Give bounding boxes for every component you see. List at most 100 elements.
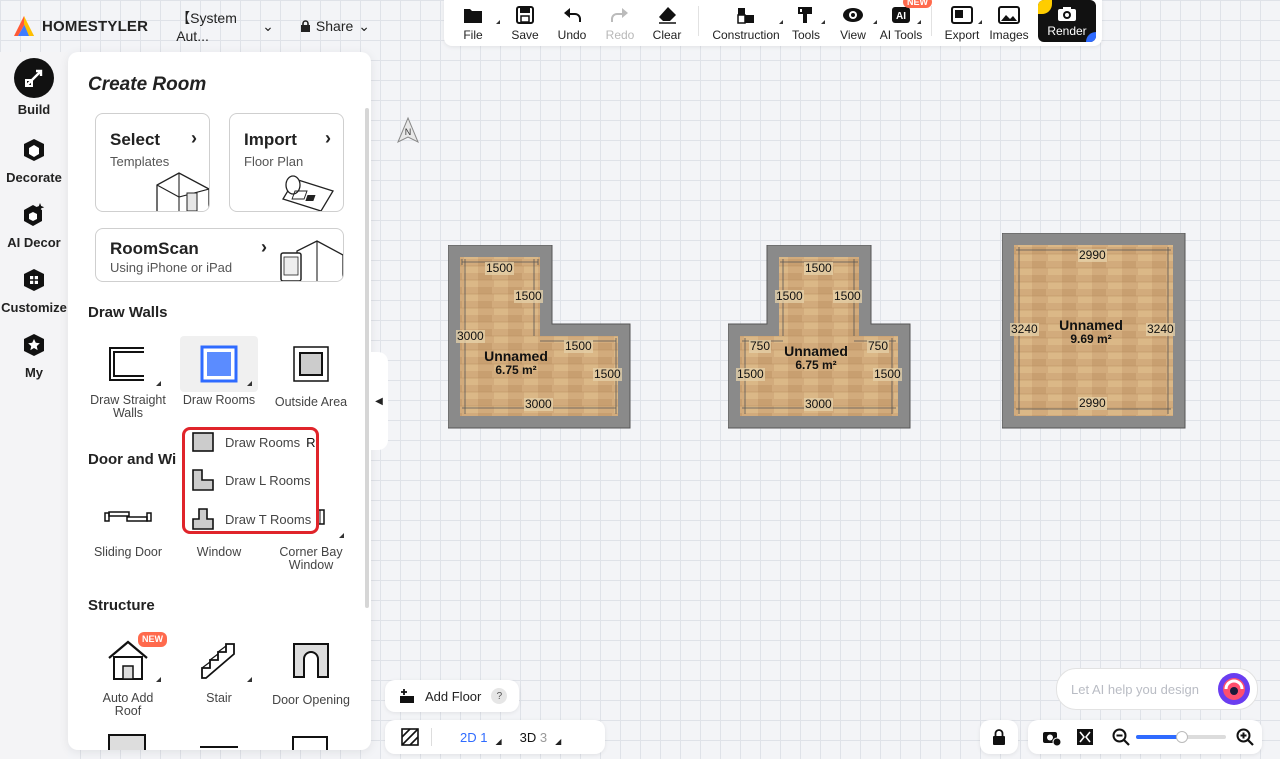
chevron-down-icon: ⌄ [262,17,274,34]
toolbar-clear[interactable]: Clear [644,0,690,42]
add-floor-label: Add Floor [425,688,482,704]
toolbar-save[interactable]: Save [502,0,548,42]
room-area: 6.75 m² [495,363,537,377]
zoom-controls [1028,720,1262,754]
toolbar-tools[interactable]: Tools [785,0,827,42]
rail-label: Decorate [6,170,62,185]
ai-assistant-input[interactable]: Let AI help you design [1056,668,1258,710]
chevron-right-icon: › [325,128,331,148]
l-room-icon [192,469,214,491]
auto-add-roof-tile[interactable]: NEW Auto Add Roof [88,632,168,718]
hatch-pattern-icon[interactable] [401,728,419,746]
panel-title: Create Room [88,74,207,95]
ai-decor-icon [14,195,54,235]
select-templates-card[interactable]: Select › Templates [95,113,210,212]
render-label: Render [1047,24,1087,38]
tile-label: Draw Rooms [182,393,256,407]
draw-rooms-tile[interactable]: Draw Rooms [179,336,259,407]
view-2d-button[interactable]: 2D 1 [460,730,487,745]
caret-icon: ◢ [495,736,502,746]
view-3d-button[interactable]: 3D 3 [520,730,547,745]
door-opening-tile[interactable]: Door Opening [271,632,351,707]
room-l-shape[interactable]: 1500 1500 3000 1500 1500 3000 Unnamed 6.… [447,244,632,429]
new-badge: NEW [903,0,932,8]
construction-icon [737,8,754,24]
stair-tile[interactable]: Stair [179,632,259,705]
render-button[interactable]: Render [1038,0,1096,42]
dropdown-item-draw-l-rooms[interactable]: Draw L Rooms [191,469,310,491]
dropdown-item-draw-rooms[interactable]: Draw Rooms R [191,432,316,452]
lock-view-button[interactable] [980,720,1018,754]
view-3d-count: 3 [539,729,548,745]
rail-item-decorate[interactable]: Decorate [0,130,68,185]
ai-assistant-icon[interactable] [1217,672,1251,706]
view-3d-label: 3D [519,729,537,745]
export-icon [951,6,973,24]
tile-label: Draw Straight Walls [90,393,166,420]
rail-item-ai-decor[interactable]: AI Decor [0,195,68,250]
add-floor-icon [400,689,414,703]
decorate-icon [14,130,54,170]
card-subtitle: Using iPhone or iPad [110,260,233,275]
outside-area-tile[interactable]: Outside Area [271,336,351,409]
toolbar-divider [931,6,932,36]
lock-icon [993,729,1005,745]
toolbar-construction[interactable]: Construction [707,0,785,42]
eraser-icon [659,7,676,24]
room-name: Unnamed 6.75 m² [476,349,556,377]
blueprint-roll-icon [282,175,334,211]
toolbar-view[interactable]: View [827,0,879,42]
toolbar-export[interactable]: Export [940,0,984,42]
zoom-slider-thumb[interactable] [1176,731,1188,743]
dimension-label: 1500 [804,261,833,275]
zoom-slider-fill [1136,735,1180,739]
logo[interactable]: HOMESTYLER [12,14,148,38]
roomscan-card[interactable]: RoomScan › Using iPhone or iPad [95,228,344,282]
sliding-door-tile[interactable]: Sliding Door [88,488,168,559]
toolbar-redo[interactable]: Redo [596,0,644,42]
zoom-in-icon[interactable] [1236,728,1254,746]
toolbar-undo[interactable]: Undo [548,0,596,42]
card-title: Select [110,130,161,149]
share-button[interactable]: Share ⌄ [300,18,370,35]
tile-label: Corner Bay Window [279,545,343,572]
zoom-slider[interactable] [1136,731,1226,743]
rail-label: Customize [1,300,67,315]
dimension-label: 1500 [775,289,804,303]
chevron-right-icon: › [191,128,197,148]
room-title: Unnamed [1059,317,1123,333]
toolbar-divider [698,6,699,36]
document-title[interactable]: 【System Aut... ⌄ [176,8,274,44]
rail-item-build[interactable]: Build [0,58,68,117]
render-color-accent [1038,0,1052,14]
add-floor-button[interactable]: Add Floor ? [385,680,519,712]
room-t-shape[interactable]: 1500 1500 1500 750 750 1500 1500 3000 Un… [727,244,912,429]
toolbar-ai-tools[interactable]: AI NEW AI Tools [879,0,932,42]
toolbar-file[interactable]: File [444,0,502,42]
view-switcher: 2D 1 ◢ 3D 3 ◢ [385,720,605,754]
lock-icon [300,19,310,32]
panel-scrollbar[interactable] [365,108,369,608]
zoom-out-icon[interactable] [1112,728,1130,746]
dimension-label: 1500 [833,289,862,303]
toolbar-label: Tools [791,28,820,42]
room-name: Unnamed 9.69 m² [1051,318,1131,346]
rail-item-customize[interactable]: Customize [0,260,68,315]
toolbar-label: Export [944,28,980,42]
import-floor-plan-card[interactable]: Import › Floor Plan [229,113,344,212]
toolbar-label: Clear [652,28,682,42]
dropdown-item-draw-t-rooms[interactable]: Draw T Rooms [191,508,311,530]
t-room-icon [192,508,214,530]
room-area: 9.69 m² [1070,332,1112,346]
camera-view-icon[interactable] [1040,728,1062,746]
brand-name: HOMESTYLER [42,17,149,35]
toolbar-images[interactable]: Images [984,0,1034,42]
fit-view-icon[interactable] [1076,728,1094,746]
stair-icon [180,632,258,688]
rail-item-my[interactable]: My [0,325,68,380]
draw-straight-walls-tile[interactable]: Draw Straight Walls [88,336,168,420]
help-icon[interactable]: ? [491,688,508,704]
eye-icon [843,8,863,22]
room-square[interactable]: 2990 3240 3240 2990 Unnamed 9.69 m² [1001,232,1186,429]
collapse-panel-button[interactable]: ◀ [370,352,388,450]
